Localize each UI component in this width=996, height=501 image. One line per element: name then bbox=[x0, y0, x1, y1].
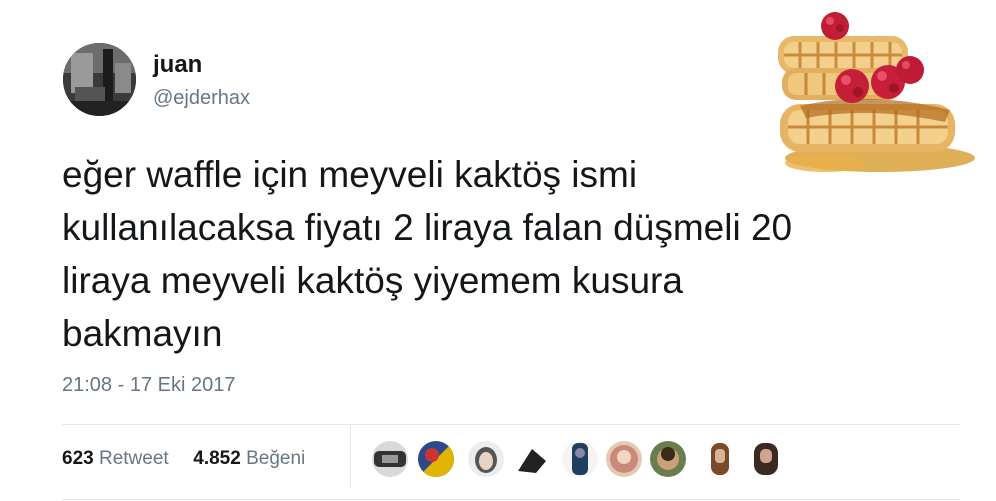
user-handle[interactable]: @ejderhax bbox=[153, 86, 250, 110]
tweet-text-line: bakmayın bbox=[62, 313, 223, 354]
stats-separator bbox=[350, 426, 351, 488]
liker-avatar[interactable] bbox=[468, 441, 504, 477]
liker-avatar[interactable] bbox=[650, 441, 686, 477]
retweet-label: Retweet bbox=[98, 448, 169, 469]
liker-avatar[interactable] bbox=[514, 441, 550, 477]
liker-avatar[interactable] bbox=[606, 441, 642, 477]
tweet-text-line: liraya meyveli kaktöş yiyemem kusura bbox=[62, 260, 683, 301]
retweet-count-link[interactable]: 623 Retweet bbox=[62, 448, 174, 469]
divider-top bbox=[62, 424, 960, 425]
divider-bottom bbox=[62, 499, 960, 500]
tweet-text: eğer waffle için meyveli kaktöş ismi kul… bbox=[62, 148, 942, 360]
tweet-text-line: eğer waffle için meyveli kaktöş ismi bbox=[62, 154, 638, 195]
tweet-stats: 623 Retweet 4.852 Beğeni bbox=[62, 447, 305, 471]
like-count-link[interactable]: 4.852 Beğeni bbox=[193, 448, 305, 469]
liker-avatar[interactable] bbox=[702, 441, 738, 477]
like-count: 4.852 bbox=[193, 448, 241, 469]
retweet-count: 623 bbox=[62, 448, 94, 469]
liker-avatar[interactable] bbox=[372, 441, 408, 477]
like-label: Beğeni bbox=[246, 448, 306, 469]
avatar-image bbox=[63, 43, 136, 116]
liker-avatar[interactable] bbox=[418, 441, 454, 477]
tweet-text-line: kullanılacaksa fiyatı 2 liraya falan düş… bbox=[62, 207, 793, 248]
user-name[interactable]: juan bbox=[153, 51, 202, 79]
tweet-timestamp[interactable]: 21:08 - 17 Eki 2017 bbox=[62, 373, 235, 397]
avatar[interactable] bbox=[63, 43, 136, 116]
liker-avatar[interactable] bbox=[562, 441, 598, 477]
liker-avatar[interactable] bbox=[748, 441, 784, 477]
